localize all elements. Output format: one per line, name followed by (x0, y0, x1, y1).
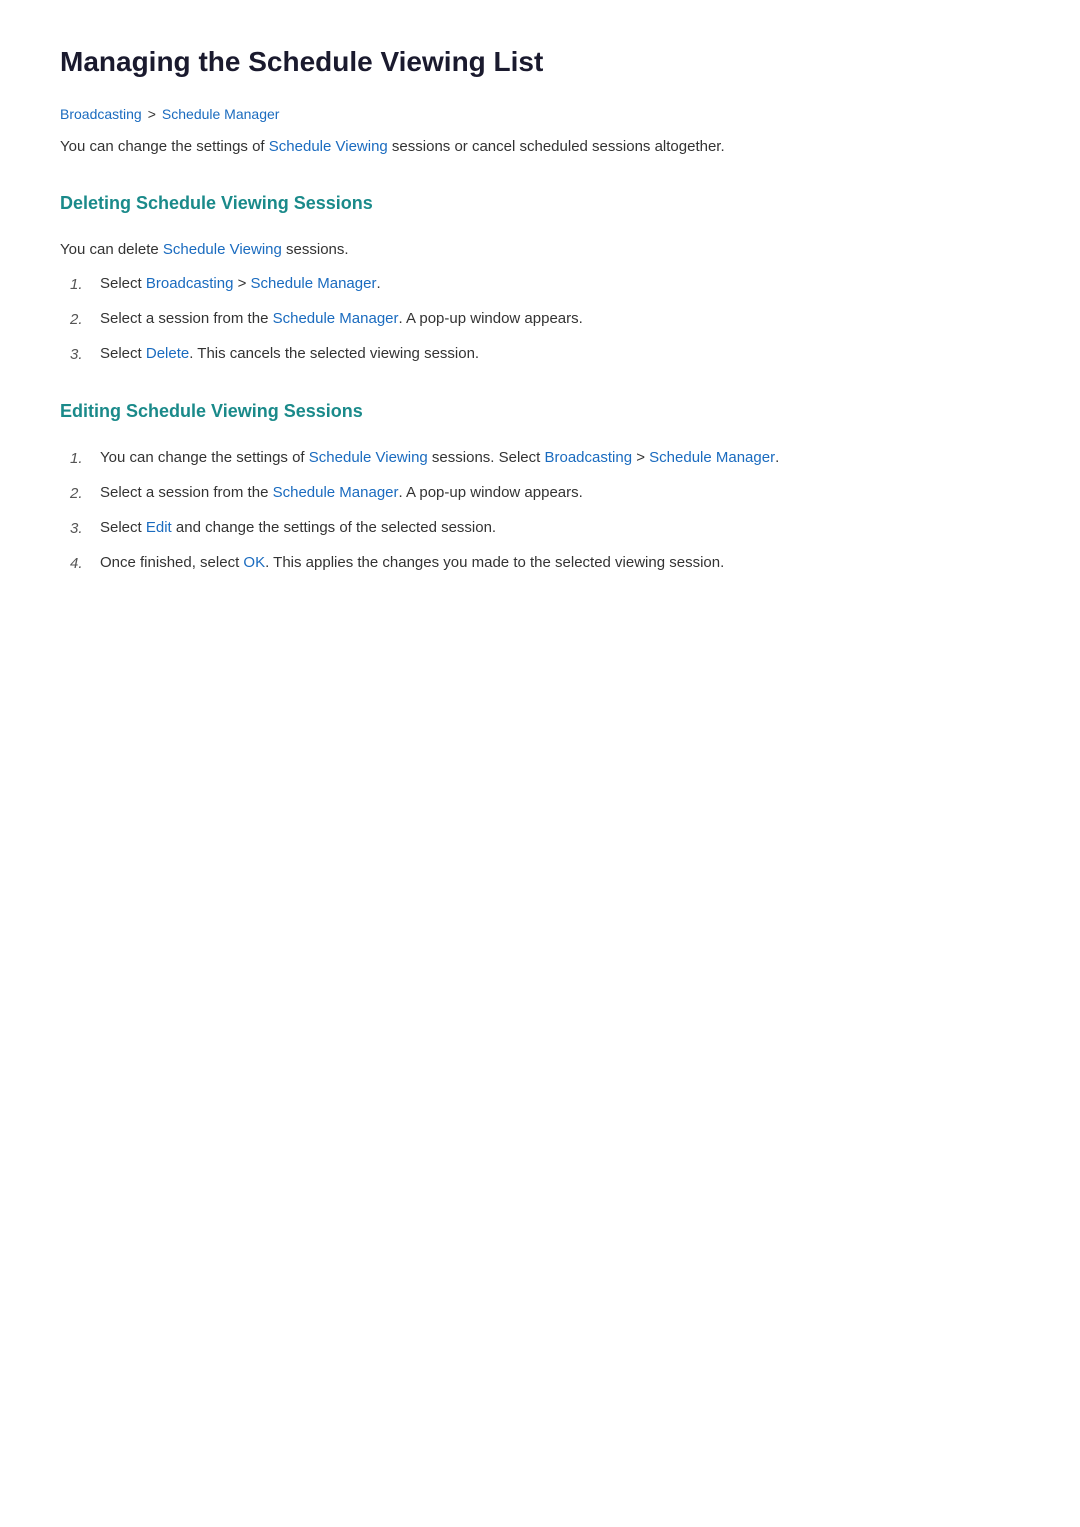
breadcrumb: Broadcasting > Schedule Manager (60, 103, 1020, 125)
editing-steps: 1. You can change the settings of Schedu… (70, 446, 1020, 576)
highlight-schedule-manager-1: Schedule Manager (251, 275, 377, 292)
highlight-ok: OK (243, 554, 265, 571)
step-edit-content-3: Select Edit and change the settings of t… (100, 516, 1020, 540)
section-deleting-intro: You can delete Schedule Viewing sessions… (60, 238, 1020, 262)
step-edit-2: 2. Select a session from the Schedule Ma… (70, 481, 1020, 506)
step-delete-1: 1. Select Broadcasting > Schedule Manage… (70, 272, 1020, 297)
section-editing: Editing Schedule Viewing Sessions 1. You… (60, 397, 1020, 576)
step-number-2: 2. (70, 307, 100, 332)
step-content-1: Select Broadcasting > Schedule Manager. (100, 272, 1020, 296)
step-edit-4: 4. Once finished, select OK. This applie… (70, 551, 1020, 576)
highlight-schedule-manager-4: Schedule Manager (273, 484, 399, 501)
step-delete-3: 3. Select Delete. This cancels the selec… (70, 342, 1020, 367)
breadcrumb-broadcasting[interactable]: Broadcasting (60, 103, 142, 125)
highlight-schedule-viewing-2: Schedule Viewing (163, 241, 282, 258)
step-delete-2: 2. Select a session from the Schedule Ma… (70, 307, 1020, 332)
highlight-delete: Delete (146, 345, 189, 362)
intro-text: You can change the settings of Schedule … (60, 135, 1020, 159)
step-edit-number-1: 1. (70, 446, 100, 471)
step-number-3: 3. (70, 342, 100, 367)
section-deleting: Deleting Schedule Viewing Sessions You c… (60, 189, 1020, 367)
step-edit-content-2: Select a session from the Schedule Manag… (100, 481, 1020, 505)
breadcrumb-schedule-manager[interactable]: Schedule Manager (162, 103, 280, 125)
highlight-schedule-viewing-3: Schedule Viewing (309, 449, 428, 466)
step-content-2: Select a session from the Schedule Manag… (100, 307, 1020, 331)
step-edit-number-4: 4. (70, 551, 100, 576)
highlight-schedule-manager-2: Schedule Manager (273, 310, 399, 327)
section-deleting-title: Deleting Schedule Viewing Sessions (60, 189, 1020, 224)
step-edit-content-1: You can change the settings of Schedule … (100, 446, 1020, 470)
highlight-broadcasting-2: Broadcasting (544, 449, 632, 466)
highlight-edit: Edit (146, 519, 172, 536)
highlight-schedule-manager-3: Schedule Manager (649, 449, 775, 466)
step-number-1: 1. (70, 272, 100, 297)
step-edit-3: 3. Select Edit and change the settings o… (70, 516, 1020, 541)
highlight-schedule-viewing: Schedule Viewing (269, 138, 388, 155)
step-edit-1: 1. You can change the settings of Schedu… (70, 446, 1020, 471)
step-edit-content-4: Once finished, select OK. This applies t… (100, 551, 1020, 575)
step-edit-number-2: 2. (70, 481, 100, 506)
highlight-broadcasting-1: Broadcasting (146, 275, 234, 292)
step-content-3: Select Delete. This cancels the selected… (100, 342, 1020, 366)
breadcrumb-separator: > (148, 103, 156, 125)
deleting-steps: 1. Select Broadcasting > Schedule Manage… (70, 272, 1020, 367)
step-edit-number-3: 3. (70, 516, 100, 541)
section-editing-title: Editing Schedule Viewing Sessions (60, 397, 1020, 432)
page-title: Managing the Schedule Viewing List (60, 40, 1020, 85)
